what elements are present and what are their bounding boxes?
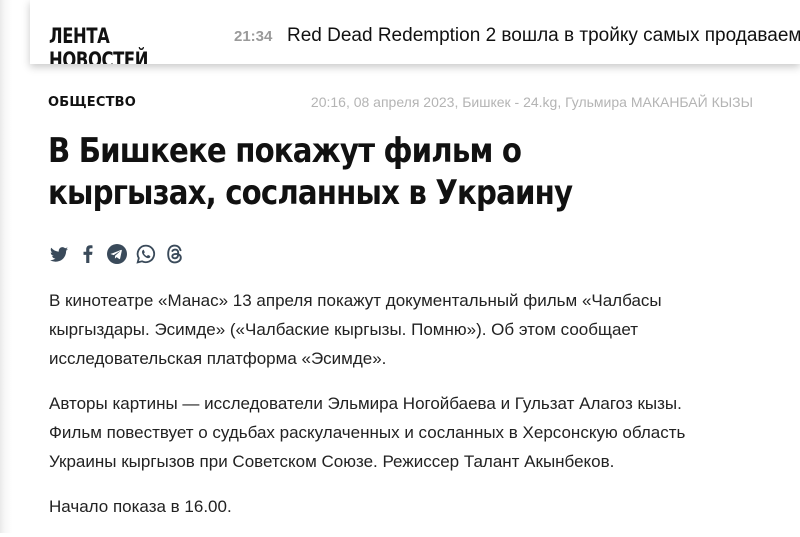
share-bar — [49, 243, 185, 265]
facebook-icon[interactable] — [78, 244, 98, 264]
article-paragraph: Авторы картины — исследователи Эльмира Н… — [49, 394, 686, 471]
logo-line-2: НОВОСТЕЙ — [49, 48, 149, 64]
news-ticker-bar: ЛЕНТА НОВОСТЕЙ 21:34 Red Dead Redemption… — [30, 0, 800, 64]
article-meta: 20:16, 08 апреля 2023, Бишкек - 24.kg, Г… — [310, 94, 753, 110]
logo-line-1: ЛЕНТА — [49, 24, 110, 48]
ticker-headline-link[interactable]: Red Dead Redemption 2 вошла в тройку сам… — [287, 25, 800, 47]
article-paragraph: В кинотеатре «Манас» 13 апреля покажут д… — [49, 291, 662, 368]
article-title: В Бишкеке покажут фильм о кыргызах, сосл… — [48, 131, 573, 213]
article-body: В кинотеатре «Манас» 13 апреля покажут д… — [49, 286, 739, 537]
threads-icon[interactable] — [165, 244, 185, 264]
category-link[interactable]: ОБЩЕСТВО — [48, 95, 136, 110]
whatsapp-icon[interactable] — [136, 244, 156, 264]
ticker-time: 21:34 — [234, 28, 273, 45]
telegram-icon[interactable] — [107, 244, 127, 264]
left-page-edge — [0, 0, 12, 533]
site-logo[interactable]: ЛЕНТА НОВОСТЕЙ — [49, 24, 148, 64]
article-meta-row: ОБЩЕСТВО 20:16, 08 апреля 2023, Бишкек -… — [48, 94, 753, 114]
article-paragraph: Начало показа в 16.00. — [49, 497, 232, 516]
twitter-icon[interactable] — [49, 244, 69, 264]
